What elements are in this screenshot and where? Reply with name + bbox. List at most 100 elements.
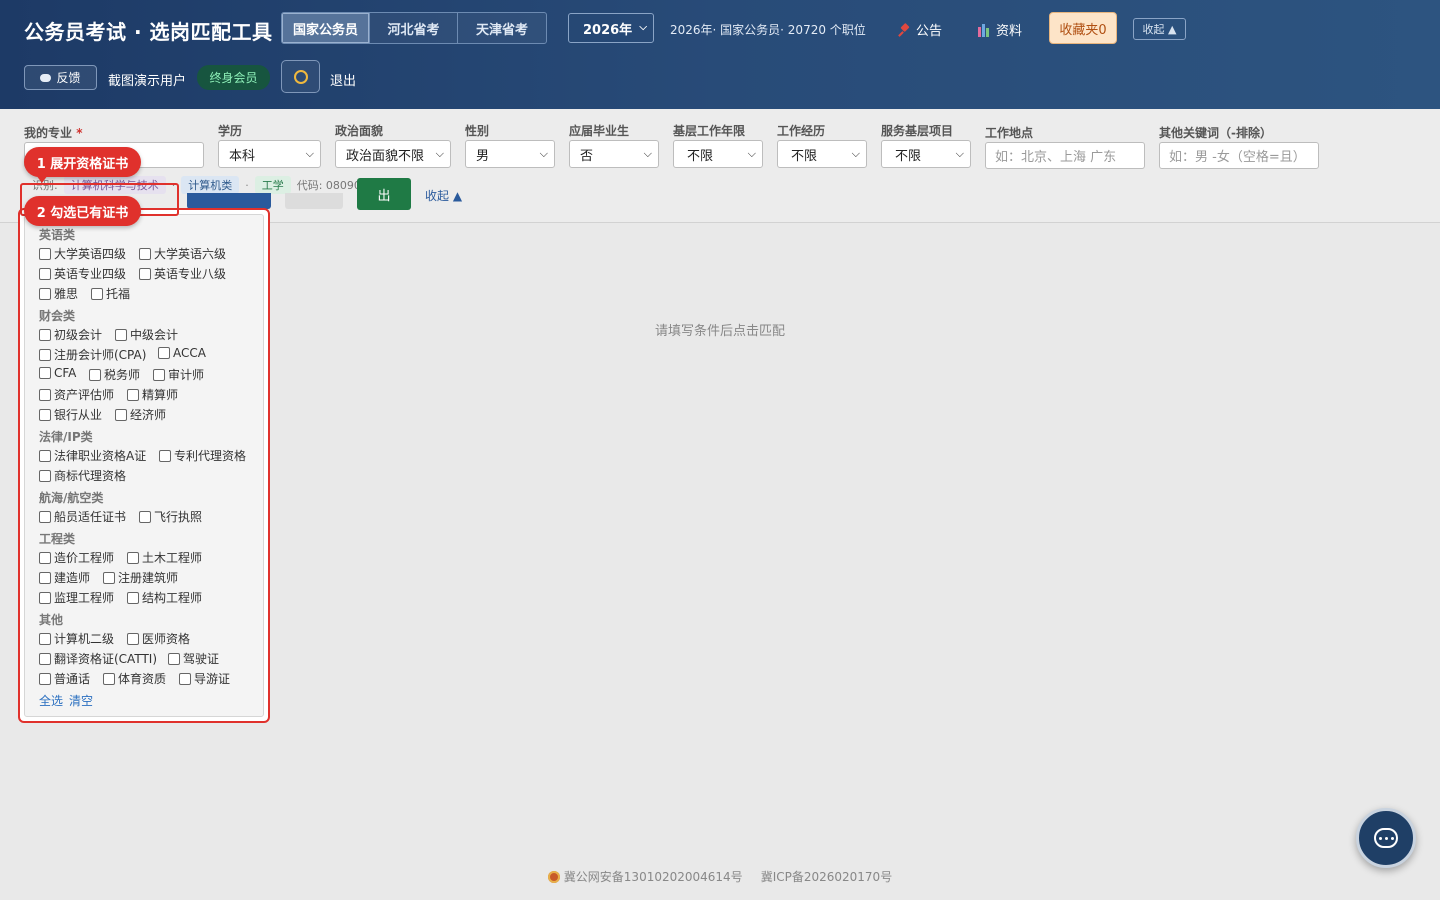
- checkbox-box[interactable]: [127, 632, 139, 645]
- tab-hebei[interactable]: 河北省考: [370, 13, 458, 43]
- certificate-checkbox[interactable]: 医师资格: [127, 630, 190, 647]
- chat-button[interactable]: [1356, 808, 1416, 868]
- checkbox-box[interactable]: [39, 632, 51, 645]
- reset-button[interactable]: [285, 193, 343, 209]
- location-input[interactable]: 如：北京、上海 广东: [985, 142, 1145, 169]
- header-collapse-button[interactable]: 收起 ▲: [1133, 18, 1186, 40]
- certificate-checkbox[interactable]: 驾驶证: [168, 650, 219, 667]
- certificate-checkbox[interactable]: 体育资质: [103, 670, 166, 687]
- checkbox-box[interactable]: [39, 328, 51, 341]
- certificate-checkbox[interactable]: 精算师: [127, 386, 178, 403]
- checkbox-box[interactable]: [39, 408, 51, 421]
- certificate-checkbox[interactable]: 计算机二级: [39, 630, 114, 647]
- checkbox-box[interactable]: [127, 551, 139, 564]
- certificate-group-title: 航海/航空类: [39, 491, 104, 505]
- checkbox-box[interactable]: [103, 672, 115, 685]
- checkbox-box[interactable]: [39, 571, 51, 584]
- checkbox-box[interactable]: [115, 328, 127, 341]
- police-record[interactable]: 冀公网安备13010202004614号: [547, 868, 743, 885]
- checkbox-box[interactable]: [127, 388, 139, 401]
- checkbox-box[interactable]: [39, 591, 51, 604]
- cert-toggle-button[interactable]: [187, 193, 271, 209]
- certificate-checkbox[interactable]: 初级会计: [39, 326, 102, 343]
- certificate-checkbox[interactable]: 土木工程师: [127, 549, 202, 566]
- certificate-checkbox[interactable]: 翻译资格证(CATTI): [39, 650, 157, 667]
- certificate-checkbox[interactable]: 经济师: [115, 406, 166, 423]
- certificate-checkbox[interactable]: 导游证: [179, 670, 230, 687]
- checkbox-box[interactable]: [159, 449, 171, 462]
- political-select[interactable]: 政治面貌不限 ⌵: [335, 140, 451, 168]
- checkbox-box[interactable]: [89, 368, 101, 381]
- grassroots-years-select[interactable]: 不限 ⌵: [673, 140, 763, 168]
- certificate-checkbox[interactable]: 中级会计: [115, 326, 178, 343]
- certificate-checkbox[interactable]: 飞行执照: [139, 508, 202, 525]
- keywords-input[interactable]: 如：男 -女（空格=且）: [1159, 142, 1319, 169]
- service-project-select[interactable]: 不限 ⌵: [881, 140, 971, 168]
- checkbox-box[interactable]: [127, 591, 139, 604]
- certificate-checkbox[interactable]: 审计师: [153, 366, 204, 383]
- checkbox-box[interactable]: [39, 469, 51, 482]
- education-select[interactable]: 本科 ⌵: [218, 140, 321, 168]
- checkbox-box[interactable]: [139, 267, 151, 280]
- logout-link[interactable]: 退出: [330, 70, 356, 89]
- certificate-checkbox[interactable]: 建造师: [39, 569, 90, 586]
- clear-link[interactable]: 清空: [69, 692, 93, 709]
- feedback-button[interactable]: 反馈: [24, 65, 97, 90]
- certificate-checkbox[interactable]: 商标代理资格: [39, 467, 126, 484]
- certificate-checkbox[interactable]: 船员适任证书: [39, 508, 126, 525]
- tab-national[interactable]: 国家公务员: [282, 13, 370, 43]
- checkbox-box[interactable]: [179, 672, 191, 685]
- checkbox-box[interactable]: [39, 287, 51, 300]
- certificate-checkbox[interactable]: ACCA: [158, 346, 206, 360]
- checkbox-box[interactable]: [39, 551, 51, 564]
- checkbox-box[interactable]: [115, 408, 127, 421]
- checkbox-box[interactable]: [153, 368, 165, 381]
- resources-link[interactable]: 资料: [978, 20, 1022, 39]
- fresh-grad-select[interactable]: 否 ⌵: [569, 140, 659, 168]
- certificate-checkbox[interactable]: 大学英语四级: [39, 245, 126, 262]
- certificate-checkbox[interactable]: 结构工程师: [127, 589, 202, 606]
- icp-record[interactable]: 冀ICP备2026020170号: [761, 868, 893, 885]
- certificate-checkbox[interactable]: 税务师: [89, 366, 140, 383]
- certificate-checkbox[interactable]: CFA: [39, 366, 76, 380]
- checkbox-box[interactable]: [39, 348, 51, 361]
- certificate-checkbox[interactable]: 大学英语六级: [139, 245, 226, 262]
- certificate-checkbox[interactable]: 托福: [91, 285, 130, 302]
- certificate-checkbox[interactable]: 注册会计师(CPA): [39, 346, 146, 363]
- certificate-checkbox[interactable]: 造价工程师: [39, 549, 114, 566]
- certificate-checkbox[interactable]: 英语专业四级: [39, 265, 126, 282]
- checkbox-box[interactable]: [139, 247, 151, 260]
- checkbox-box[interactable]: [39, 367, 51, 379]
- checkbox-box[interactable]: [103, 571, 115, 584]
- certificate-checkbox[interactable]: 监理工程师: [39, 589, 114, 606]
- checkbox-box[interactable]: [39, 672, 51, 685]
- filter-collapse-link[interactable]: 收起 ▲: [425, 187, 462, 204]
- checkbox-box[interactable]: [168, 652, 180, 665]
- favorites-button[interactable]: 收藏夹0: [1049, 12, 1117, 44]
- checkbox-box[interactable]: [39, 267, 51, 280]
- year-select[interactable]: 2026年 ⌵: [568, 13, 654, 43]
- checkbox-box[interactable]: [139, 510, 151, 523]
- match-button[interactable]: 出: [357, 178, 411, 210]
- gender-select[interactable]: 男 ⌵: [465, 140, 555, 168]
- certificate-checkbox[interactable]: 注册建筑师: [103, 569, 178, 586]
- notice-link[interactable]: 公告: [898, 20, 942, 39]
- checkbox-box[interactable]: [91, 287, 103, 300]
- certificate-checkbox[interactable]: 普通话: [39, 670, 90, 687]
- settings-button[interactable]: [281, 60, 320, 93]
- checkbox-box[interactable]: [39, 510, 51, 523]
- tab-tianjin[interactable]: 天津省考: [458, 13, 546, 43]
- certificate-checkbox[interactable]: 英语专业八级: [139, 265, 226, 282]
- checkbox-box[interactable]: [39, 388, 51, 401]
- certificate-checkbox[interactable]: 专利代理资格: [159, 447, 246, 464]
- select-all-link[interactable]: 全选: [39, 692, 63, 709]
- checkbox-box[interactable]: [39, 247, 51, 260]
- certificate-checkbox[interactable]: 资产评估师: [39, 386, 114, 403]
- certificate-checkbox[interactable]: 银行从业: [39, 406, 102, 423]
- checkbox-box[interactable]: [158, 347, 170, 359]
- certificate-checkbox[interactable]: 雅思: [39, 285, 78, 302]
- checkbox-box[interactable]: [39, 449, 51, 462]
- work-exp-select[interactable]: 不限 ⌵: [777, 140, 867, 168]
- checkbox-box[interactable]: [39, 652, 51, 665]
- certificate-checkbox[interactable]: 法律职业资格A证: [39, 447, 146, 464]
